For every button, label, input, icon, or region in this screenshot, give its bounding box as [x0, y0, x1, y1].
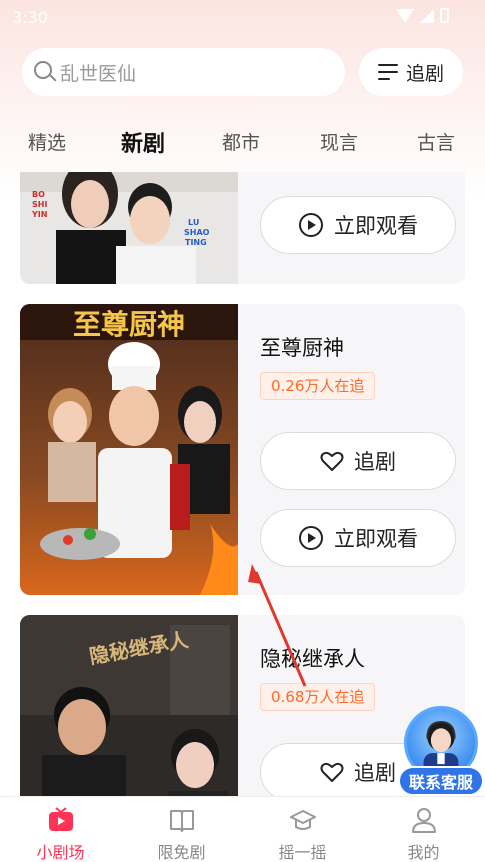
- drama-poster[interactable]: 隐秘继承人: [20, 615, 238, 796]
- drama-card[interactable]: BO SHI YIN LU SHAO TING 立即观看: [20, 172, 465, 284]
- book-icon: [170, 810, 194, 832]
- poster-text: TING: [185, 238, 207, 247]
- nav-label: 摇一摇: [278, 843, 327, 862]
- tab-selected[interactable]: 精选: [28, 128, 66, 155]
- nav-free[interactable]: 限免剧: [121, 797, 242, 862]
- play-icon: [299, 213, 323, 237]
- graduation-cap-icon: [290, 810, 316, 830]
- search-placeholder: 乱世医仙: [60, 62, 137, 85]
- nav-label: 我的: [407, 843, 440, 862]
- drama-title[interactable]: 至尊厨神: [260, 332, 344, 362]
- status-time: 3:30: [12, 8, 48, 27]
- tab-modern-romance[interactable]: 现言: [320, 128, 358, 155]
- drama-card[interactable]: 至尊厨神 至尊厨神 0.26万人在追 追剧 立即观看: [20, 304, 465, 595]
- drama-title[interactable]: 隐秘继承人: [260, 643, 365, 673]
- category-tabs: 精选 新剧 都市 现言 古言: [0, 112, 485, 172]
- followers-badge: 0.68万人在追: [260, 683, 376, 711]
- followers-badge: 0.26万人在追: [260, 372, 376, 400]
- status-bar: 3:30: [0, 0, 485, 34]
- follow-list-button[interactable]: 追剧: [359, 48, 463, 96]
- watch-now-button[interactable]: 立即观看: [260, 509, 456, 567]
- list-icon: [377, 63, 400, 81]
- drama-poster[interactable]: 至尊厨神: [20, 304, 238, 595]
- follow-drama-button[interactable]: 追剧: [260, 432, 456, 490]
- customer-service-widget[interactable]: 联系客服: [398, 706, 484, 796]
- poster-title-text: 至尊厨神: [73, 308, 185, 341]
- tv-icon: [49, 807, 73, 831]
- tab-new[interactable]: 新剧: [121, 126, 165, 158]
- poster-text: YIN: [31, 210, 47, 219]
- tab-urban[interactable]: 都市: [222, 128, 260, 155]
- search-icon: [34, 61, 57, 83]
- poster-text: SHAO: [184, 228, 210, 237]
- customer-service-label: 联系客服: [398, 766, 484, 796]
- poster-text: SHI: [32, 200, 47, 209]
- search-input[interactable]: 乱世医仙: [22, 48, 345, 96]
- nav-label: 限免剧: [157, 843, 206, 862]
- tab-ancient-romance[interactable]: 古言: [417, 128, 455, 155]
- follow-drama-label: 追剧: [354, 450, 396, 474]
- heart-icon: [320, 762, 344, 782]
- watch-now-label: 立即观看: [334, 527, 418, 551]
- drama-poster[interactable]: BO SHI YIN LU SHAO TING: [20, 172, 238, 284]
- heart-icon: [320, 451, 344, 471]
- signal-icon: [420, 8, 434, 23]
- battery-icon: [440, 8, 449, 23]
- person-icon: [412, 808, 436, 833]
- bottom-navigation: 小剧场 限免剧 摇一摇 我的: [0, 796, 485, 862]
- nav-profile[interactable]: 我的: [363, 797, 484, 862]
- nav-label: 小剧场: [36, 843, 85, 862]
- nav-shake[interactable]: 摇一摇: [242, 797, 363, 862]
- status-icons: [396, 8, 449, 23]
- watch-now-label: 立即观看: [334, 214, 418, 238]
- follow-list-label: 追剧: [405, 62, 444, 85]
- drama-list: BO SHI YIN LU SHAO TING 立即观看 至尊厨神 至尊厨神 0…: [0, 172, 485, 796]
- follow-drama-label: 追剧: [354, 761, 396, 785]
- poster-text: BO: [32, 190, 45, 199]
- poster-text: LU: [188, 218, 199, 227]
- play-icon: [299, 526, 323, 550]
- wifi-icon: [396, 8, 414, 23]
- watch-now-button[interactable]: 立即观看: [260, 196, 456, 254]
- nav-theater[interactable]: 小剧场: [0, 797, 121, 862]
